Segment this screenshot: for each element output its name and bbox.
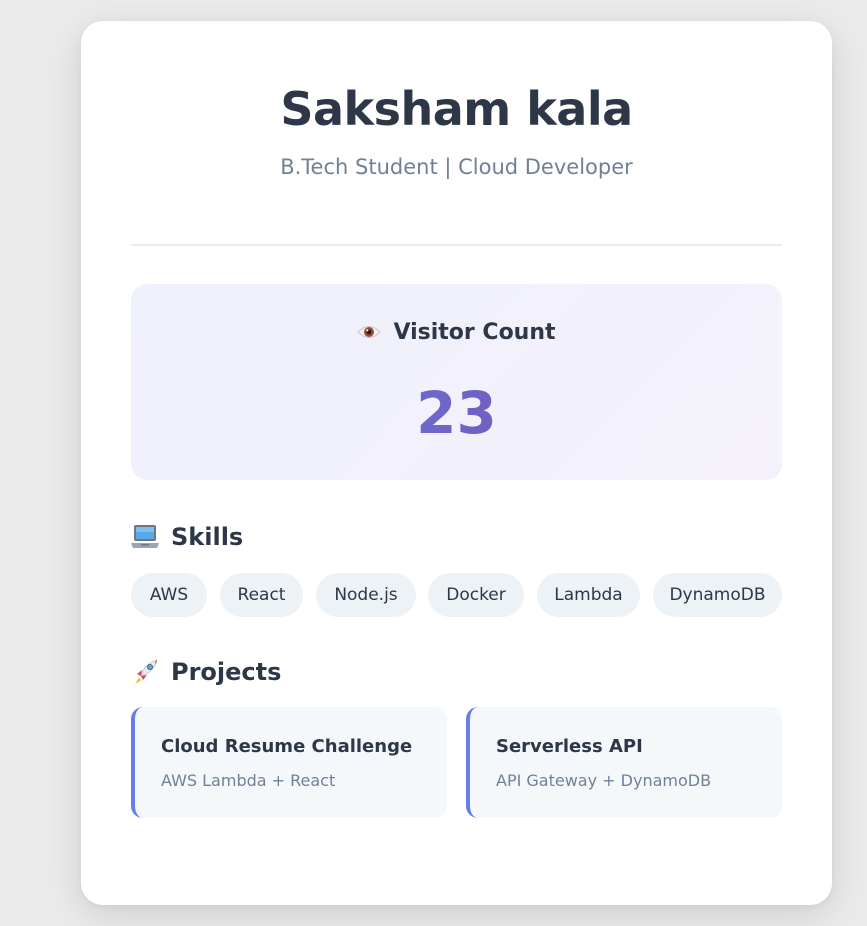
divider xyxy=(131,244,782,246)
skill-tag: Docker xyxy=(428,573,524,617)
visitor-count-title: Visitor Count xyxy=(131,318,782,348)
projects-heading: Projects xyxy=(131,656,281,688)
visitor-count-label: Visitor Count xyxy=(393,320,556,345)
projects-title: Projects xyxy=(171,658,282,686)
project-card[interactable]: Cloud Resume Challenge AWS Lambda + Reac… xyxy=(131,707,447,818)
skill-tag: Node.js xyxy=(316,573,416,617)
skills-list: AWS React Node.js Docker Lambda DynamoDB xyxy=(131,573,791,617)
project-tech: API Gateway + DynamoDB xyxy=(496,771,712,790)
visitor-count-panel: Visitor Count 23 xyxy=(131,284,782,480)
skill-tag: React xyxy=(220,573,303,617)
skill-tag: DynamoDB xyxy=(653,573,782,617)
skill-tag: Lambda xyxy=(537,573,640,617)
profile-subtitle: B.Tech Student | Cloud Developer xyxy=(280,155,633,179)
skill-tag: AWS xyxy=(131,573,207,617)
skills-title: Skills xyxy=(171,523,244,551)
project-name: Serverless API xyxy=(496,736,643,757)
rocket-icon xyxy=(135,659,158,684)
project-card[interactable]: Serverless API API Gateway + DynamoDB xyxy=(466,707,782,818)
eye-icon xyxy=(357,326,382,338)
profile-card: Saksham kala B.Tech Student | Cloud Deve… xyxy=(81,21,832,905)
project-name: Cloud Resume Challenge xyxy=(161,736,413,757)
visitor-count-value: 23 xyxy=(131,378,782,448)
skills-heading: Skills xyxy=(131,521,243,553)
profile-name: Saksham kala xyxy=(280,82,633,136)
laptop-icon xyxy=(131,525,159,548)
project-tech: AWS Lambda + React xyxy=(161,771,336,790)
